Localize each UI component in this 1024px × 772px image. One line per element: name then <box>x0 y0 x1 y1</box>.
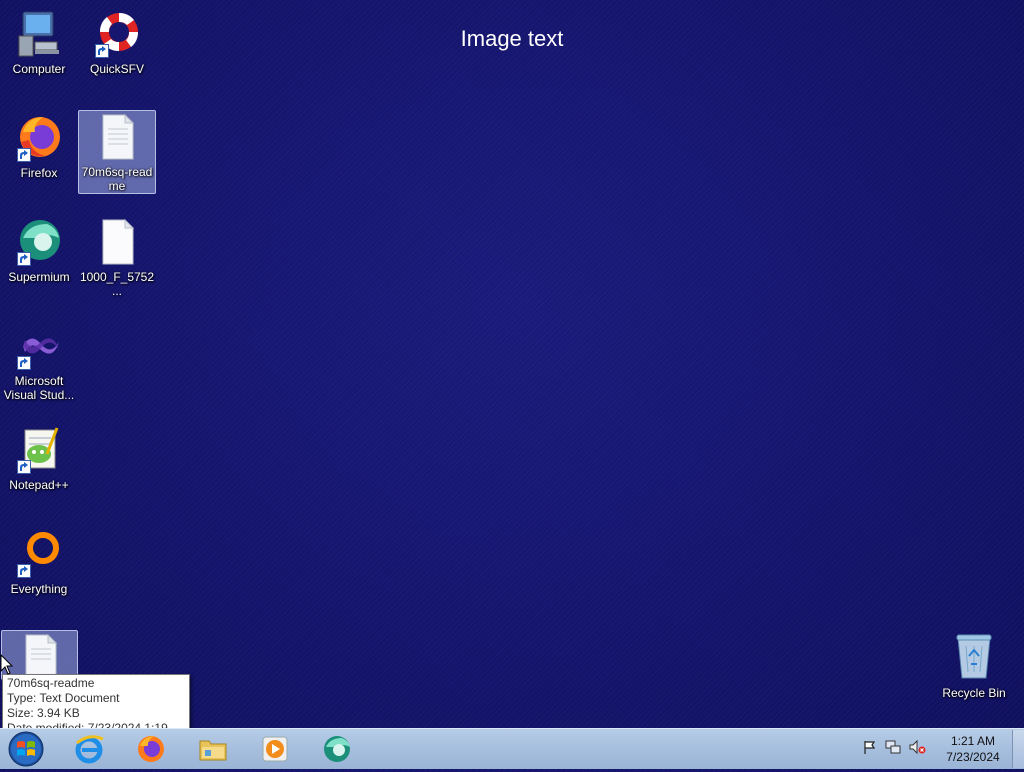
desktop-icon-label: Supermium <box>8 270 70 284</box>
shortcut-arrow-icon <box>17 356 31 370</box>
firefox-icon <box>13 112 65 164</box>
start-button[interactable] <box>6 730 46 768</box>
desktop-icon-visual-studio[interactable]: Microsoft Visual Stud... <box>1 320 77 402</box>
computer-icon <box>13 8 65 60</box>
supermium-icon <box>324 736 350 762</box>
taskbar-media-player[interactable] <box>250 731 300 767</box>
desktop-icon-computer[interactable]: Computer <box>1 8 77 76</box>
taskbar: 1:21 AM 7/23/2024 <box>0 728 1024 769</box>
desktop-icon-label: Microsoft Visual Stud... <box>3 374 75 402</box>
desktop-icon-everything[interactable]: Everything <box>1 528 77 596</box>
desktop-icon-readme-file[interactable]: 70m6sq-read me <box>78 110 156 194</box>
tooltip-file-name: 70m6sq-readme <box>7 676 95 690</box>
tooltip-file-size: Size: 3.94 KB <box>7 706 80 720</box>
desktop-icon-label: Firefox <box>20 166 58 180</box>
volume-muted-icon[interactable] <box>908 739 926 759</box>
blank-file-icon <box>91 216 143 268</box>
lifebuoy-icon <box>91 8 143 60</box>
tooltip-file-type: Type: Text Document <box>7 691 120 705</box>
desktop-icon-image-file[interactable]: 1000_F_5752... <box>79 216 155 298</box>
taskbar-file-explorer[interactable] <box>188 731 238 767</box>
action-center-flag-icon[interactable] <box>862 739 878 759</box>
desktop[interactable]: Image text Computer QuickSFV Firefox 70m… <box>0 0 1024 750</box>
file-explorer-icon <box>199 740 227 761</box>
recycle-bin-icon <box>948 632 1000 684</box>
network-icon[interactable] <box>884 739 902 759</box>
firefox-icon <box>138 736 164 762</box>
supermium-icon <box>13 216 65 268</box>
shortcut-arrow-icon <box>17 564 31 578</box>
taskbar-supermium[interactable] <box>312 731 362 767</box>
desktop-icon-label: Everything <box>10 582 68 596</box>
desktop-icon-supermium[interactable]: Supermium <box>1 216 77 284</box>
desktop-icon-label: Notepad++ <box>9 478 69 492</box>
taskbar-firefox[interactable] <box>126 731 176 767</box>
system-tray <box>862 739 926 759</box>
desktop-icon-recycle-bin[interactable]: Recycle Bin <box>936 632 1012 700</box>
desktop-icon-label: Computer <box>12 62 66 76</box>
desktop-icon-label: QuickSFV <box>89 62 144 76</box>
desktop-icon-firefox[interactable]: Firefox <box>1 112 77 180</box>
notepadpp-icon <box>13 424 65 476</box>
text-document-icon <box>91 111 143 163</box>
desktop-icon-notepadpp[interactable]: Notepad++ <box>1 424 77 492</box>
windows-orb-icon <box>8 731 44 767</box>
shortcut-arrow-icon <box>95 44 109 58</box>
internet-explorer-icon <box>75 735 104 764</box>
media-player-icon <box>262 736 288 762</box>
desktop-icon-label: Recycle Bin <box>942 686 1006 700</box>
shortcut-arrow-icon <box>17 148 31 162</box>
file-info-tooltip: 70m6sq-readme Type: Text Document Size: … <box>2 674 190 750</box>
shortcut-arrow-icon <box>17 460 31 474</box>
clock-time: 1:21 AM <box>950 734 996 748</box>
everything-search-icon <box>13 528 65 580</box>
desktop-icon-quicksfv[interactable]: QuickSFV <box>79 8 155 76</box>
shortcut-arrow-icon <box>17 252 31 266</box>
taskbar-clock[interactable]: 1:21 AM 7/23/2024 <box>938 733 1008 765</box>
desktop-icon-label: 70m6sq-read me <box>81 165 153 193</box>
taskbar-internet-explorer[interactable] <box>64 731 114 767</box>
show-desktop-button[interactable] <box>1012 730 1024 768</box>
mouse-cursor-icon <box>0 653 14 680</box>
desktop-icon-label: 1000_F_5752... <box>79 270 155 298</box>
clock-date: 7/23/2024 <box>946 750 1000 764</box>
visual-studio-icon <box>13 320 65 372</box>
